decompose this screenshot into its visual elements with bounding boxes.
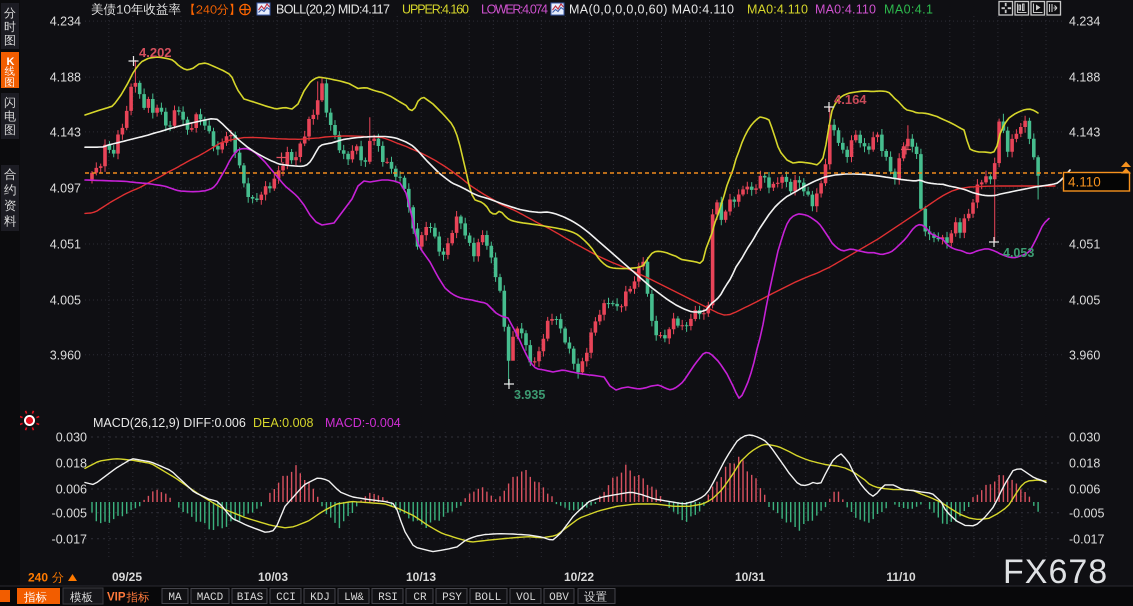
svg-text:09/25: 09/25 xyxy=(112,570,142,584)
svg-text:MACD:-0.004: MACD:-0.004 xyxy=(325,416,401,430)
svg-text:4.097: 4.097 xyxy=(50,182,81,196)
svg-text:4.202: 4.202 xyxy=(139,45,172,60)
svg-text:4.234: 4.234 xyxy=(1069,15,1100,29)
svg-text:4.188: 4.188 xyxy=(1069,71,1100,85)
svg-text:4.143: 4.143 xyxy=(50,125,81,139)
svg-text:4.188: 4.188 xyxy=(50,71,81,85)
svg-text:-0.005: -0.005 xyxy=(1069,506,1104,520)
svg-text:3.960: 3.960 xyxy=(50,348,81,362)
svg-text:LW&: LW& xyxy=(344,592,364,604)
svg-text:MACD(26,12,9) DIFF:0.006: MACD(26,12,9) DIFF:0.006 xyxy=(93,416,246,430)
svg-text:0.018: 0.018 xyxy=(56,457,87,471)
svg-text:0.006: 0.006 xyxy=(1069,483,1100,497)
svg-text:MA: MA xyxy=(168,592,182,604)
svg-text:4.234: 4.234 xyxy=(50,15,81,29)
svg-text:4.164: 4.164 xyxy=(834,92,867,107)
svg-text:3.935: 3.935 xyxy=(514,388,545,402)
svg-text:FX678: FX678 xyxy=(1003,553,1108,591)
svg-text:4.051: 4.051 xyxy=(50,238,81,252)
svg-text:MA(0,0,0,0,0,60) MA0:4.110: MA(0,0,0,0,0,60) MA0:4.110 xyxy=(569,3,734,17)
svg-text:-0.017: -0.017 xyxy=(52,532,87,546)
svg-text:KDJ: KDJ xyxy=(310,592,330,604)
svg-text:VOL: VOL xyxy=(516,592,536,604)
svg-text:UPPER:4.160: UPPER:4.160 xyxy=(402,3,469,17)
svg-text:PSY: PSY xyxy=(442,592,462,604)
svg-text:10/31: 10/31 xyxy=(735,570,765,584)
svg-text:11/10: 11/10 xyxy=(886,570,916,584)
svg-text:MACD: MACD xyxy=(197,592,224,604)
svg-text:3.960: 3.960 xyxy=(1069,348,1100,362)
svg-text:CCI: CCI xyxy=(276,592,296,604)
svg-text:BIAS: BIAS xyxy=(237,592,264,604)
svg-text:OBV: OBV xyxy=(549,592,569,604)
svg-text:MA0:4.110: MA0:4.110 xyxy=(747,3,808,17)
svg-text:4.110: 4.110 xyxy=(1068,175,1101,190)
svg-text:-0.017: -0.017 xyxy=(1069,532,1104,546)
svg-text:LOWER:4.074: LOWER:4.074 xyxy=(481,3,548,17)
svg-text:0.030: 0.030 xyxy=(1069,431,1100,445)
svg-text:10/13: 10/13 xyxy=(406,570,436,584)
svg-text:DEA:0.008: DEA:0.008 xyxy=(253,416,314,430)
svg-text:RSI: RSI xyxy=(378,592,398,604)
svg-text:MA0:4.1: MA0:4.1 xyxy=(884,3,933,17)
svg-text:4.005: 4.005 xyxy=(1069,294,1100,308)
svg-text:CR: CR xyxy=(413,592,427,604)
svg-text:BOLL(20,2) MID:4.117: BOLL(20,2) MID:4.117 xyxy=(276,3,390,17)
svg-text:4.053: 4.053 xyxy=(1003,246,1034,260)
svg-text:4.143: 4.143 xyxy=(1069,125,1100,139)
svg-text:10/03: 10/03 xyxy=(258,570,288,584)
svg-text:VIP: VIP xyxy=(107,592,126,604)
svg-text:10/22: 10/22 xyxy=(564,570,594,584)
svg-text:MA0:4.110: MA0:4.110 xyxy=(815,3,876,17)
svg-text:BOLL: BOLL xyxy=(475,592,501,604)
svg-text:-0.005: -0.005 xyxy=(52,506,87,520)
svg-text:0.030: 0.030 xyxy=(56,431,87,445)
svg-text:240: 240 xyxy=(28,571,48,585)
svg-text:4.051: 4.051 xyxy=(1069,238,1100,252)
svg-text:4.005: 4.005 xyxy=(50,294,81,308)
svg-text:0.006: 0.006 xyxy=(56,483,87,497)
svg-text:0.018: 0.018 xyxy=(1069,457,1100,471)
